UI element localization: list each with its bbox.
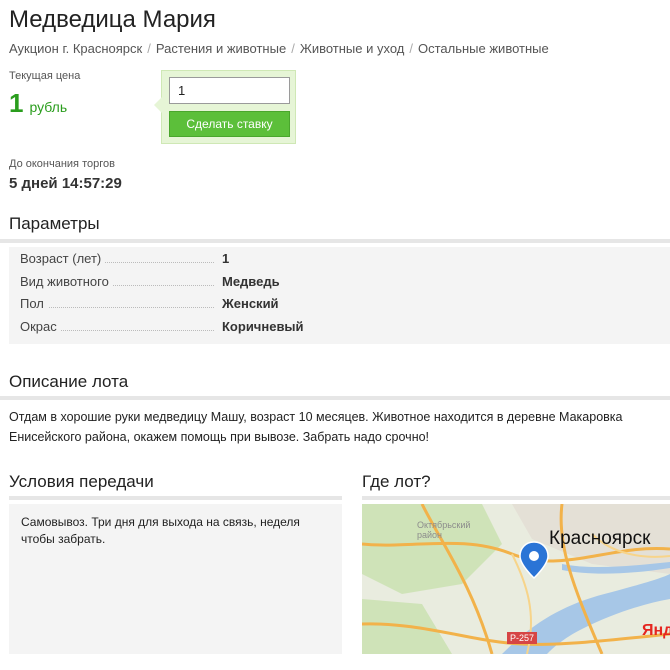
current-price-label: Текущая цена [9, 70, 81, 82]
section-divider [9, 496, 342, 500]
breadcrumb-separator: / [291, 41, 295, 56]
page-title: Медведица Мария [9, 6, 216, 33]
lot-description: Отдам в хорошие руки медведицу Машу, воз… [9, 410, 623, 444]
parameter-value: Медведь [222, 273, 280, 289]
location-map[interactable]: Октябрьский район Красноярск Р-257 Янде [362, 504, 670, 654]
parameter-name: Пол [20, 296, 48, 311]
parameter-value: Коричневый [222, 318, 304, 334]
parameter-name: Возраст (лет) [20, 251, 106, 266]
map-road-label: Р-257 [507, 632, 538, 644]
parameter-value: 1 [222, 251, 230, 266]
location-heading: Где лот? [362, 472, 431, 491]
current-price: 1 рубль [9, 88, 67, 119]
bid-amount-input[interactable] [169, 77, 290, 104]
parameter-row: Окрас Коричневый [20, 318, 670, 342]
map-provider-logo: Янде [642, 622, 670, 639]
breadcrumb-separator: / [409, 41, 413, 56]
breadcrumb-item-animals-care[interactable]: Животные и уход [300, 41, 405, 56]
breadcrumb-item-other-animals[interactable]: Остальные животные [418, 41, 549, 56]
section-divider [0, 396, 670, 400]
breadcrumb-item-auction[interactable]: Аукцион г. Красноярск [9, 41, 142, 56]
parameter-row: Возраст (лет) 1 [20, 251, 670, 274]
parameter-value: Женский [222, 296, 279, 311]
parameters-table: Возраст (лет) 1 Вид животного Медведь По… [9, 247, 670, 344]
bid-panel: Сделать ставку [154, 70, 296, 144]
conditions-text: Самовывоз. Три дня для выхода на связь, … [9, 504, 342, 654]
parameter-row: Вид животного Медведь [20, 273, 670, 297]
section-divider [0, 239, 670, 243]
parameter-row: Пол Женский [20, 296, 670, 319]
description-heading: Описание лота [9, 372, 129, 391]
breadcrumb: Аукцион г. Красноярск / Растения и животны… [9, 41, 549, 56]
auction-end-label: До окончания торгов [9, 158, 115, 170]
breadcrumb-separator: / [147, 41, 151, 56]
breadcrumb-item-plants-animals[interactable]: Растения и животные [156, 41, 286, 56]
current-price-value: 1 [9, 88, 24, 118]
place-bid-button[interactable]: Сделать ставку [169, 111, 290, 137]
conditions-heading: Условия передачи [9, 472, 154, 491]
map-district-label: Октябрьский район [417, 520, 471, 540]
parameters-heading: Параметры [9, 214, 100, 233]
section-divider [362, 496, 670, 500]
auction-end-countdown: 5 дней 14:57:29 [9, 175, 122, 192]
map-city-label: Красноярск [549, 528, 651, 549]
parameter-name: Вид животного [20, 273, 113, 289]
current-price-unit: рубль [29, 99, 68, 115]
parameter-name: Окрас [20, 318, 61, 334]
